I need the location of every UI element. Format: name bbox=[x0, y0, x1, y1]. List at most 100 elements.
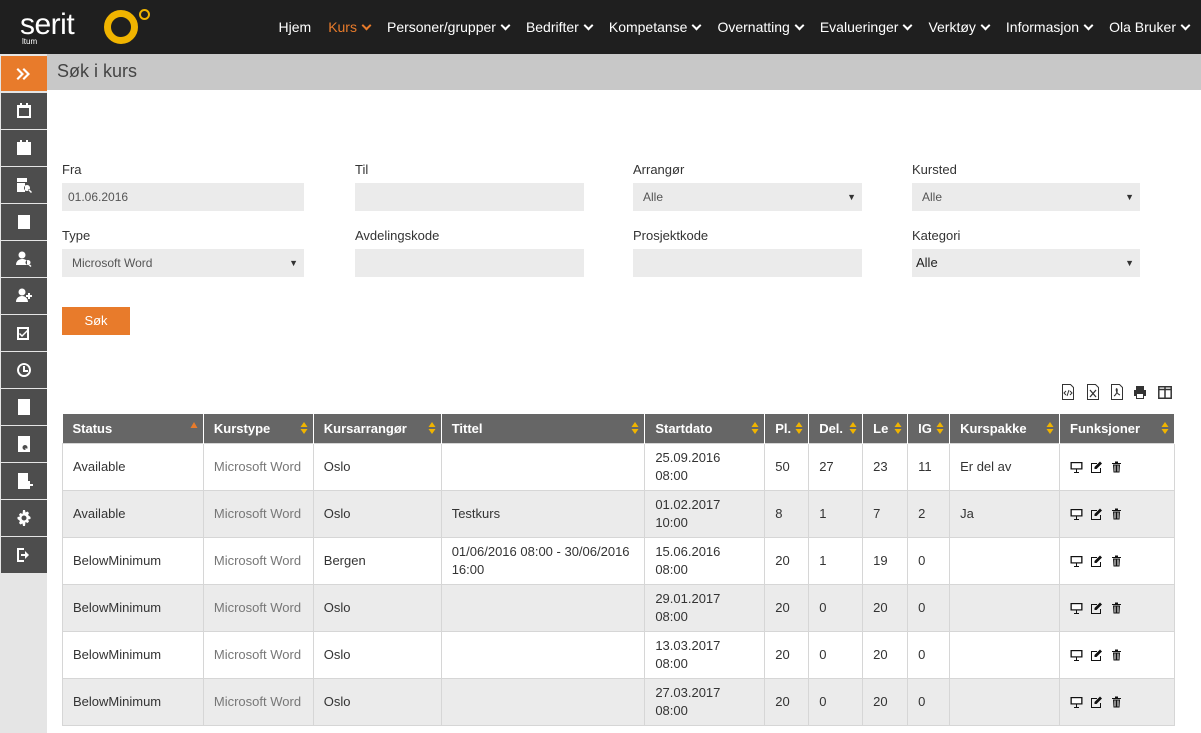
cell-del: 0 bbox=[808, 677, 864, 726]
cell-kurstype: Microsoft Word bbox=[202, 677, 314, 726]
monitor-icon[interactable] bbox=[1070, 696, 1083, 708]
column-header-label: Kurspakke bbox=[960, 420, 1027, 436]
serit-logo[interactable]: serit ltum bbox=[20, 6, 160, 48]
table-row[interactable]: BelowMinimum Microsoft Word Oslo 13.03.2017… bbox=[62, 630, 1175, 679]
cell-tittel: 01/06/2016 08:00 - 30/06/2016 16:00 bbox=[440, 536, 646, 585]
til-date-input[interactable] bbox=[355, 183, 584, 211]
table-row[interactable]: BelowMinimum Microsoft Word Oslo 27.03.2017… bbox=[62, 677, 1175, 726]
nav-item-hjem[interactable]: Hjem bbox=[279, 19, 312, 35]
column-header-kurstype[interactable]: Kurstype bbox=[203, 414, 314, 443]
dropdown-arrow-icon: ▼ bbox=[289, 258, 298, 268]
column-header-label: Del. bbox=[819, 420, 844, 436]
kursted-select[interactable]: Alle ▼ bbox=[912, 183, 1140, 211]
chevron-down-icon bbox=[500, 20, 511, 30]
prosjektkode-input[interactable] bbox=[633, 249, 862, 277]
sidebar-item-checklist[interactable] bbox=[1, 315, 47, 351]
column-header-funksjoner[interactable]: Funksjoner bbox=[1059, 414, 1175, 443]
sidebar-item-document[interactable] bbox=[1, 389, 47, 425]
export-code-button[interactable] bbox=[1061, 384, 1075, 400]
nav-item-personer-grupper[interactable]: Personer/grupper bbox=[387, 19, 511, 35]
trash-icon[interactable] bbox=[1110, 602, 1123, 614]
edit-icon[interactable] bbox=[1090, 649, 1103, 661]
export-pdf-button[interactable] bbox=[1110, 384, 1124, 400]
cell-status: BelowMinimum bbox=[62, 583, 204, 632]
monitor-icon[interactable] bbox=[1070, 649, 1083, 661]
cell-kurspakke bbox=[949, 583, 1061, 632]
nav-item-label: Verktøy bbox=[928, 19, 976, 35]
sidebar-item-logout[interactable] bbox=[1, 537, 47, 573]
search-button[interactable]: Søk bbox=[62, 307, 130, 335]
cell-kurstype: Microsoft Word bbox=[202, 536, 314, 585]
column-header-startdato[interactable]: Startdato bbox=[644, 414, 766, 443]
column-header-kurspakke[interactable]: Kurspakke bbox=[949, 414, 1061, 443]
column-header-le[interactable]: Le bbox=[862, 414, 909, 443]
table-row[interactable]: Available Microsoft Word Oslo 25.09.2016 08… bbox=[62, 442, 1175, 491]
sidebar-item-course-list[interactable] bbox=[1, 204, 47, 240]
sidebar-item-calendar-grid[interactable] bbox=[1, 130, 47, 166]
cell-tittel: Testkurs bbox=[440, 489, 646, 538]
column-header-ig[interactable]: IG bbox=[907, 414, 951, 443]
trash-icon[interactable] bbox=[1110, 461, 1123, 473]
cell-del: 0 bbox=[808, 630, 864, 679]
sidebar-item-clock[interactable] bbox=[1, 352, 47, 388]
avdelingskode-label: Avdelingskode bbox=[355, 228, 440, 243]
monitor-icon[interactable] bbox=[1070, 555, 1083, 567]
sidebar-item-document-search[interactable] bbox=[1, 426, 47, 462]
sidebar-item-add-user[interactable] bbox=[1, 278, 47, 314]
nav-item-verkt-y[interactable]: Verktøy bbox=[928, 19, 991, 35]
nav-item-informasjon[interactable]: Informasjon bbox=[1006, 19, 1094, 35]
edit-icon[interactable] bbox=[1090, 696, 1103, 708]
nav-item-overnatting[interactable]: Overnatting bbox=[717, 19, 805, 35]
nav-item-label: Kurs bbox=[328, 19, 357, 35]
export-excel-button[interactable] bbox=[1086, 384, 1100, 400]
trash-icon[interactable] bbox=[1110, 555, 1123, 567]
kategori-select[interactable]: Alle ▼ bbox=[912, 249, 1140, 277]
trash-icon[interactable] bbox=[1110, 508, 1123, 520]
sidebar-item-user-search[interactable] bbox=[1, 241, 47, 277]
row-actions bbox=[1070, 461, 1164, 473]
sidebar-item-search-course[interactable] bbox=[1, 167, 47, 203]
nav-item-kurs[interactable]: Kurs bbox=[328, 19, 372, 35]
table-row[interactable]: Available Microsoft Word Oslo Testkurs 01.02… bbox=[62, 489, 1175, 538]
cell-le: 20 bbox=[862, 677, 909, 726]
edit-icon[interactable] bbox=[1090, 602, 1103, 614]
sort-icon bbox=[849, 422, 857, 434]
monitor-icon[interactable] bbox=[1070, 508, 1083, 520]
cell-del: 0 bbox=[808, 583, 864, 632]
print-button[interactable] bbox=[1133, 384, 1148, 400]
table-row[interactable]: BelowMinimum Microsoft Word Bergen 01/06/20… bbox=[62, 536, 1175, 585]
fra-date-input[interactable] bbox=[62, 183, 304, 211]
nav-item-kompetanse[interactable]: Kompetanse bbox=[609, 19, 702, 35]
nav-item-evalueringer[interactable]: Evalueringer bbox=[820, 19, 913, 35]
nav-item-bedrifter[interactable]: Bedrifter bbox=[526, 19, 594, 35]
cell-pl: 20 bbox=[764, 583, 810, 632]
nav-item-ola-bruker[interactable]: Ola Bruker bbox=[1109, 19, 1191, 35]
column-header-tittel[interactable]: Tittel bbox=[441, 414, 646, 443]
sidebar-expand-button[interactable] bbox=[1, 56, 47, 91]
monitor-icon[interactable] bbox=[1070, 602, 1083, 614]
columns-button[interactable] bbox=[1158, 384, 1173, 400]
chevron-down-icon bbox=[1180, 20, 1191, 30]
table-row[interactable]: BelowMinimum Microsoft Word Oslo 29.01.2017… bbox=[62, 583, 1175, 632]
type-select[interactable]: Microsoft Word ▼ bbox=[62, 249, 304, 277]
column-header-pl-[interactable]: Pl. bbox=[764, 414, 810, 443]
column-header-del-[interactable]: Del. bbox=[808, 414, 864, 443]
column-header-kursarrang-r[interactable]: Kursarrangør bbox=[313, 414, 442, 443]
column-header-label: Le bbox=[873, 420, 889, 436]
avdelingskode-input[interactable] bbox=[355, 249, 584, 277]
sidebar-item-settings[interactable] bbox=[1, 500, 47, 536]
cell-pl: 20 bbox=[764, 536, 810, 585]
trash-icon[interactable] bbox=[1110, 696, 1123, 708]
edit-icon[interactable] bbox=[1090, 461, 1103, 473]
cell-ig: 0 bbox=[907, 583, 951, 632]
edit-icon[interactable] bbox=[1090, 555, 1103, 567]
monitor-icon[interactable] bbox=[1070, 461, 1083, 473]
sidebar-item-calendar[interactable] bbox=[1, 93, 47, 129]
edit-icon[interactable] bbox=[1090, 508, 1103, 520]
trash-icon[interactable] bbox=[1110, 649, 1123, 661]
arrangor-select[interactable]: Alle ▼ bbox=[633, 183, 862, 211]
column-header-status[interactable]: Status bbox=[62, 414, 204, 443]
page-title: Søk i kurs bbox=[57, 61, 138, 81]
sidebar-item-document-add[interactable] bbox=[1, 463, 47, 499]
dropdown-arrow-icon: ▼ bbox=[847, 192, 856, 202]
